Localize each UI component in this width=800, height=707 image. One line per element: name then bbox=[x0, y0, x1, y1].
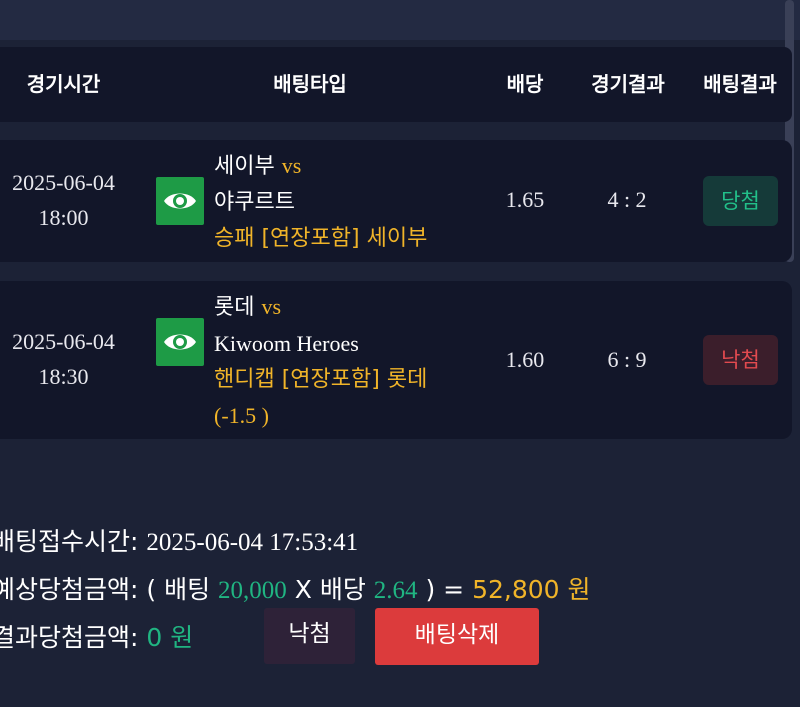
vs-label: vs bbox=[261, 294, 282, 319]
team-home: 롯데 bbox=[214, 295, 255, 320]
header-score: 경기결과 bbox=[591, 72, 665, 96]
match-date: 2025-06-04 bbox=[12, 170, 115, 195]
expected-amount: 52,800 원 bbox=[472, 575, 591, 604]
header-odds: 배당 bbox=[506, 72, 544, 96]
stake-value: 20,000 bbox=[218, 577, 287, 604]
bet-type: 롯데 vs Kiwoom Heroes 핸디캡 [연장포함] 롯데 (-1.5 … bbox=[214, 289, 427, 434]
team-home: 세이부 bbox=[214, 154, 275, 179]
match-hour: 18:30 bbox=[38, 364, 89, 389]
expected-amount-line: 예상당첨금액: ( 배팅 20,000 X 배당 2.64 ) = 52,800… bbox=[0, 570, 591, 606]
received-label: 배팅접수시간: bbox=[0, 527, 139, 556]
total-odds-value: 2.64 bbox=[373, 577, 418, 604]
match-date: 2025-06-04 bbox=[12, 329, 115, 354]
table-header: 경기시간 배팅타입 배당 경기결과 배팅결과 bbox=[0, 47, 792, 122]
top-band bbox=[0, 0, 800, 40]
actual-amount: 0 원 bbox=[146, 623, 194, 652]
header-bet-type: 배팅타입 bbox=[273, 72, 347, 96]
result-badge-win: 당첨 bbox=[703, 176, 778, 226]
match-hour: 18:00 bbox=[38, 205, 89, 230]
score-value: 4 : 2 bbox=[607, 187, 647, 212]
eye-icon bbox=[164, 334, 196, 350]
eye-icon bbox=[164, 193, 196, 209]
score-value: 6 : 9 bbox=[607, 347, 647, 372]
team-away: Kiwoom Heroes bbox=[214, 331, 359, 356]
odds-value: 1.60 bbox=[505, 347, 545, 372]
table-row: 2025-06-04 18:30 롯데 vs Kiwoom Heroes 핸디캡… bbox=[0, 281, 792, 439]
view-button[interactable] bbox=[156, 318, 204, 366]
bet-handicap: (-1.5 ) bbox=[214, 403, 269, 428]
team-away: 야쿠르트 bbox=[214, 190, 295, 215]
actual-label: 결과당첨금액: bbox=[0, 623, 139, 652]
view-button[interactable] bbox=[156, 177, 204, 225]
odds-value: 1.65 bbox=[505, 187, 545, 212]
vs-label: vs bbox=[281, 153, 302, 178]
delete-bet-button[interactable]: 배팅삭제 bbox=[375, 608, 539, 665]
bet-pick: 승패 [연장포함] 세이부 bbox=[214, 226, 428, 251]
result-badge-lose: 낙첨 bbox=[703, 335, 778, 385]
table-row: 2025-06-04 18:00 세이부 vs 야쿠르트 승패 [연장포함] 세… bbox=[0, 140, 792, 262]
result-status-button[interactable]: 낙첨 bbox=[264, 608, 355, 664]
bet-type: 세이부 vs 야쿠르트 승패 [연장포함] 세이부 bbox=[214, 148, 427, 257]
expected-label: 예상당첨금액: bbox=[0, 575, 139, 604]
match-time: 2025-06-04 18:30 bbox=[0, 324, 127, 394]
expected-open: ( 배팅 bbox=[146, 575, 211, 604]
expected-close: ) = bbox=[425, 575, 465, 604]
bet-pick: 핸디캡 [연장포함] 롯데 bbox=[214, 367, 428, 392]
received-time-line: 배팅접수시간: 2025-06-04 17:53:41 bbox=[0, 522, 358, 558]
header-result: 배팅결과 bbox=[703, 72, 777, 96]
times-odds-label: X 배당 bbox=[294, 575, 366, 604]
match-time: 2025-06-04 18:00 bbox=[0, 165, 127, 235]
received-value: 2025-06-04 17:53:41 bbox=[146, 529, 359, 556]
actual-amount-line: 결과당첨금액: 0 원 bbox=[0, 618, 193, 654]
header-time: 경기시간 bbox=[26, 72, 101, 96]
